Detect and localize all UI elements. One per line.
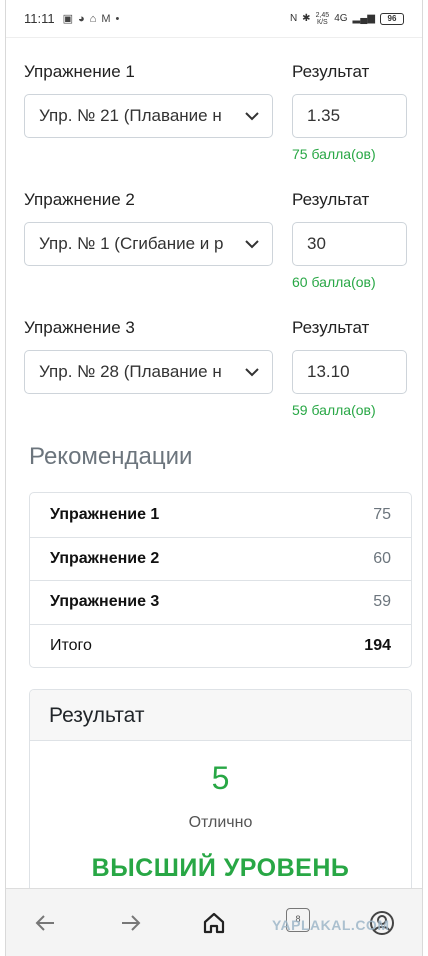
table-row: Упражнение 1 75 <box>30 493 411 537</box>
row-name: Упражнение 1 <box>50 505 160 523</box>
row-value: 60 <box>373 549 391 567</box>
exercise-1-row: Упражнение 1 Результат Упр. № 21 (Плаван… <box>24 60 412 170</box>
result-1-points: 75 балла(ов) <box>292 146 376 162</box>
exercise-1-select[interactable]: Упр. № 21 (Плавание н <box>24 94 273 138</box>
home-icon[interactable] <box>200 909 228 937</box>
exercise-2-select[interactable]: Упр. № 1 (Сгибание и р <box>24 222 273 266</box>
signal-label: 4G <box>334 13 348 24</box>
result-card-header: Результат <box>30 690 411 741</box>
total-value: 194 <box>364 636 391 654</box>
row-value: 75 <box>373 505 391 523</box>
battery-icon: 96 <box>380 12 404 25</box>
chevron-down-icon <box>245 240 259 249</box>
nfc-icon: N <box>289 13 298 24</box>
result-1-input[interactable]: 1.35 <box>292 94 407 138</box>
watermark: YAPLAKAL.COM <box>272 917 390 933</box>
exercise-3-select[interactable]: Упр. № 28 (Плавание н <box>24 350 273 394</box>
app-frame: 11:11 ▣ ◕ ⌂ M • N ✱ 2,45 К/S 4G ▂▄▆ 96 У… <box>5 0 423 956</box>
exercise-2-label: Упражнение 2 <box>24 190 135 209</box>
row-name: Упражнение 2 <box>50 549 160 567</box>
network-speed: 2,45 К/S <box>316 12 330 26</box>
notification-icon: ▣ <box>62 13 74 25</box>
status-right: N ✱ 2,45 К/S 4G ▂▄▆ 96 <box>290 12 404 26</box>
bluetooth-icon: ✱ <box>302 13 311 24</box>
chevron-down-icon <box>245 368 259 377</box>
status-bar: 11:11 ▣ ◕ ⌂ M • N ✱ 2,45 К/S 4G ▂▄▆ 96 <box>6 0 422 38</box>
mail-notification-icon: M <box>101 12 111 25</box>
network-speed-value: 2,45 <box>315 11 330 19</box>
result-level: ВЫСШИЙ УРОВЕНЬ <box>91 854 350 882</box>
table-row: Упражнение 2 60 <box>30 536 411 581</box>
result-grade-text: Отлично <box>188 814 253 831</box>
app-notification-icon: ◕ <box>78 12 85 25</box>
row-name: Упражнение 3 <box>50 593 160 611</box>
exercise-2-selected: Упр. № 1 (Сгибание и р <box>39 234 224 253</box>
result-2-value: 30 <box>307 234 326 253</box>
more-notifications-icon: • <box>115 12 120 25</box>
result-1-value: 1.35 <box>307 106 341 125</box>
result-3-points: 59 балла(ов) <box>292 402 376 418</box>
result-grade: 5 <box>211 760 230 796</box>
signal-bars-icon: ▂▄▆ <box>352 13 375 24</box>
result-3-value: 13.10 <box>307 362 350 381</box>
network-speed-unit: К/S <box>317 18 328 26</box>
result-2-label: Результат <box>292 190 370 209</box>
chevron-down-icon <box>245 112 259 121</box>
exercise-3-row: Упражнение 3 Результат Упр. № 28 (Плаван… <box>24 316 412 426</box>
back-arrow-icon[interactable] <box>32 909 60 937</box>
recommendations-title: Рекомендации <box>29 443 193 470</box>
result-2-input[interactable]: 30 <box>292 222 407 266</box>
result-3-input[interactable]: 13.10 <box>292 350 407 394</box>
forward-arrow-icon[interactable] <box>116 909 144 937</box>
total-label: Итого <box>50 636 92 654</box>
exercise-1-selected: Упр. № 21 (Плавание н <box>39 106 222 125</box>
table-row: Упражнение 3 59 <box>30 580 411 624</box>
result-2-points: 60 балла(ов) <box>292 274 376 290</box>
battery-level: 96 <box>387 14 397 23</box>
exercise-1-label: Упражнение 1 <box>24 62 135 81</box>
exercise-2-row: Упражнение 2 Результат Упр. № 1 (Сгибани… <box>24 188 412 298</box>
status-time: 11:11 <box>24 11 55 26</box>
row-value: 59 <box>373 593 391 611</box>
home-notification-icon: ⌂ <box>89 12 97 25</box>
recommendations-table: Упражнение 1 75 Упражнение 2 60 Упражнен… <box>29 492 412 668</box>
table-total-row: Итого 194 <box>30 623 411 668</box>
exercise-3-label: Упражнение 3 <box>24 318 135 337</box>
exercise-3-selected: Упр. № 28 (Плавание н <box>39 362 222 381</box>
result-3-label: Результат <box>292 318 370 337</box>
result-1-label: Результат <box>292 62 370 81</box>
